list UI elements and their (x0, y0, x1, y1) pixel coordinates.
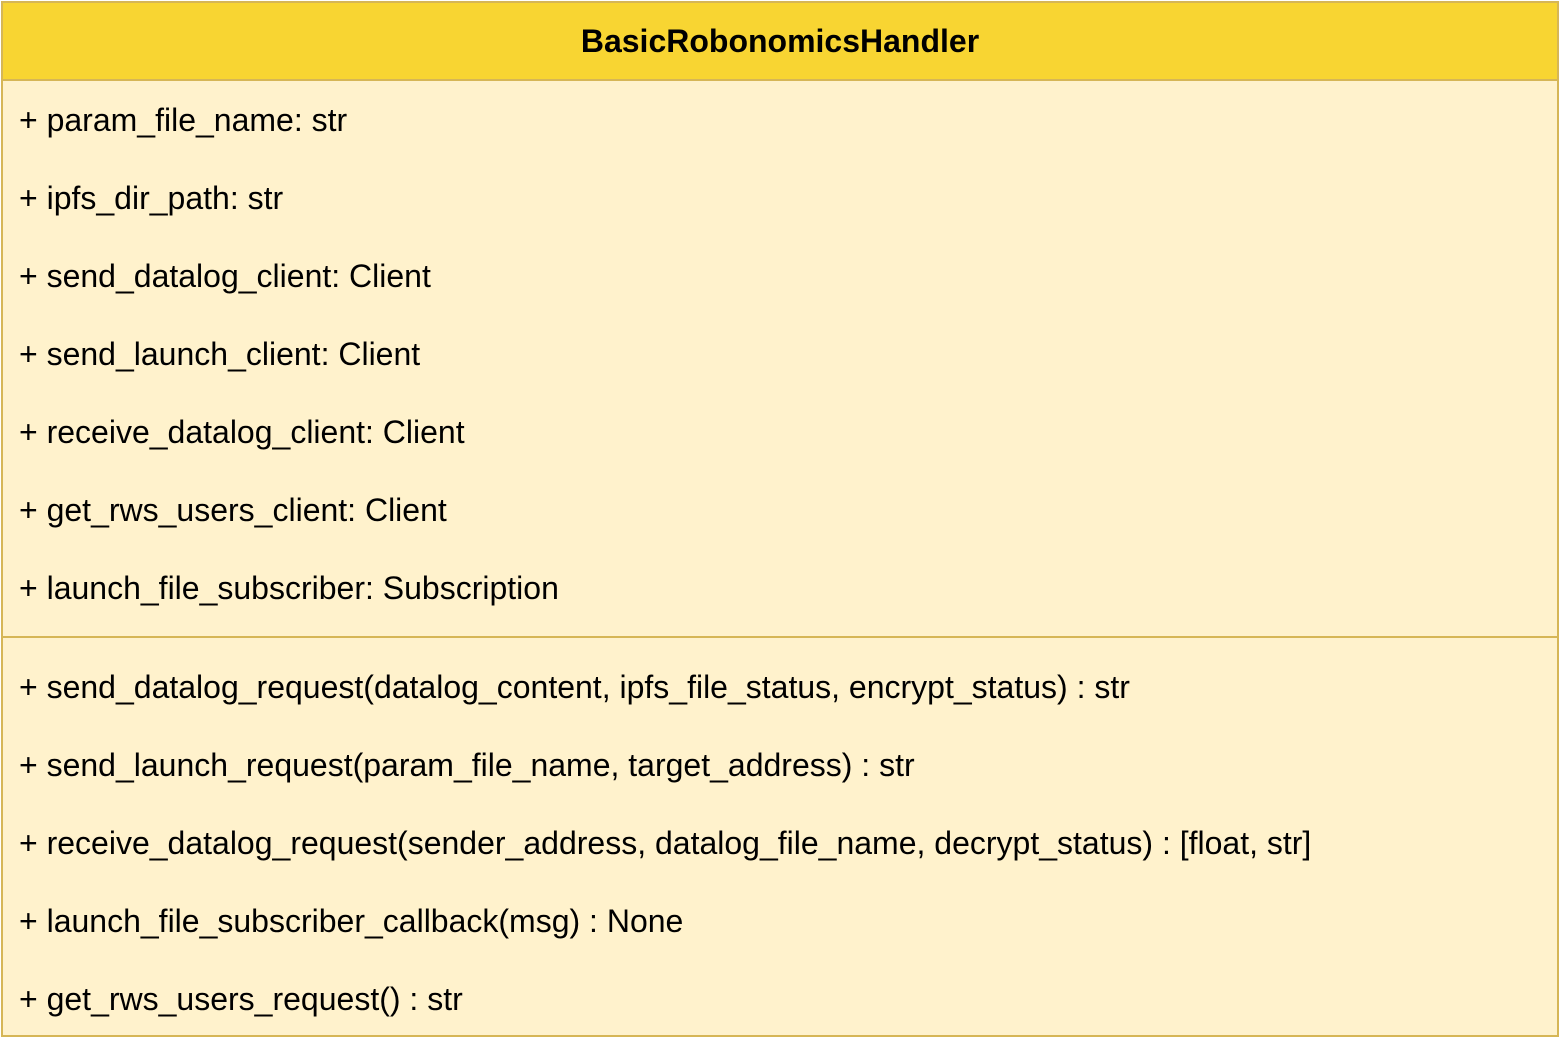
attribute-param-file-name: + param_file_name: str (19, 102, 348, 138)
attribute-get-rws-users-client: + get_rws_users_client: Client (19, 492, 447, 528)
method-receive-datalog-request: + receive_datalog_request(sender_address… (19, 825, 1312, 861)
method-send-launch-request: + send_launch_request(param_file_name, t… (19, 747, 915, 783)
attribute-ipfs-dir-path: + ipfs_dir_path: str (19, 180, 284, 216)
method-launch-file-subscriber-callback: + launch_file_subscriber_callback(msg) :… (19, 903, 684, 939)
method-get-rws-users-request: + get_rws_users_request() : str (19, 981, 463, 1017)
class-header: BasicRobonomicsHandler (3, 3, 1557, 81)
uml-class-box: BasicRobonomicsHandler + param_file_name… (1, 1, 1559, 1037)
method-send-datalog-request: + send_datalog_request(datalog_content, … (19, 669, 1130, 705)
attribute-receive-datalog-client: + receive_datalog_client: Client (19, 414, 465, 450)
class-name: BasicRobonomicsHandler (580, 22, 980, 59)
attributes-section: + param_file_name: str + ipfs_dir_path: … (3, 81, 1557, 638)
attribute-send-launch-client: + send_launch_client: Client (19, 336, 421, 372)
attribute-launch-file-subscriber: + launch_file_subscriber: Subscription (19, 570, 559, 606)
methods-section: + send_datalog_request(datalog_content, … (3, 638, 1557, 1037)
attribute-send-datalog-client: + send_datalog_client: Client (19, 258, 431, 294)
